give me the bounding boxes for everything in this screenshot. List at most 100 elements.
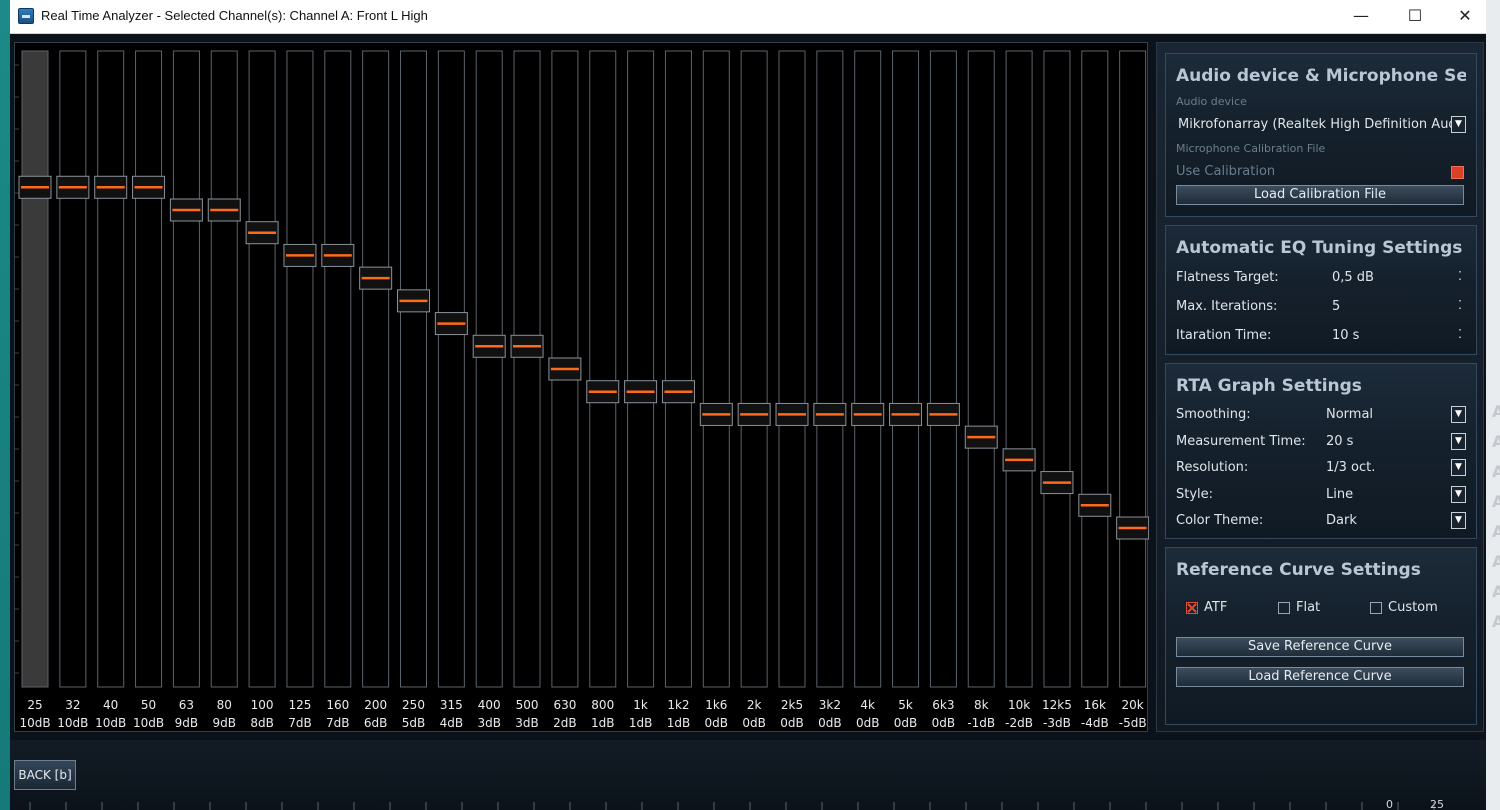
section-title: RTA Graph Settings: [1176, 376, 1362, 396]
bottom-ruler: [29, 802, 1435, 810]
band-gain-label: 10dB: [57, 716, 88, 730]
use-calibration-toggle[interactable]: [1451, 166, 1464, 179]
eq-slider-track-2k[interactable]: [740, 50, 768, 688]
eq-slider-track-10k[interactable]: [1005, 50, 1033, 688]
eq-slider-track-32[interactable]: [59, 50, 87, 688]
eq-slider-track-250[interactable]: [400, 50, 427, 688]
eq-slider-track-315[interactable]: [437, 50, 465, 688]
band-frequency-label: 250: [402, 698, 425, 712]
band-frequency-label: 315: [440, 698, 463, 712]
chevron-down-icon[interactable]: ▼: [1451, 432, 1466, 450]
chevron-down-icon[interactable]: ▼: [1451, 459, 1466, 476]
rta-window: Real Time Analyzer - Selected Channel(s)…: [10, 0, 1486, 810]
band-gain-label: -4dB: [1081, 716, 1109, 730]
auto-eq-row-value[interactable]: 5: [1332, 299, 1340, 314]
eq-slider-track-40[interactable]: [97, 50, 125, 688]
eq-slider-track-200[interactable]: [362, 50, 390, 688]
reference-custom-checkbox[interactable]: [1370, 602, 1382, 614]
band-frequency-label: 1k2: [667, 698, 689, 712]
rta-graph-section: RTA Graph Settings Smoothing: Normal ▼ Me…: [1165, 363, 1477, 539]
band-gain-label: 10dB: [133, 716, 164, 730]
band-gain-label: 0dB: [932, 716, 955, 730]
eq-slider-track-800[interactable]: [589, 50, 617, 688]
reference-atf-checkbox[interactable]: [1186, 602, 1198, 614]
reference-option-label: ATF: [1204, 600, 1228, 615]
chevron-down-icon[interactable]: ▼: [1451, 485, 1466, 503]
band-frequency-label: 10k: [1008, 698, 1030, 712]
eq-slider-track-6k3[interactable]: [929, 50, 957, 688]
section-title: Audio device & Microphone Settings: [1176, 66, 1466, 86]
eq-slider-track-25[interactable]: [21, 50, 49, 688]
band-gain-label: 1dB: [629, 716, 652, 730]
chevron-down-icon[interactable]: ▼: [1451, 512, 1466, 529]
background-glyph: A: [1492, 522, 1500, 541]
eq-slider-track-4k[interactable]: [854, 50, 882, 688]
band-gain-label: 0dB: [894, 716, 917, 730]
back-button[interactable]: BACK [b]: [14, 760, 76, 790]
eq-slider-track-125[interactable]: [286, 50, 314, 688]
eq-slider-track-1k6[interactable]: [702, 50, 730, 688]
audio-device-select[interactable]: Mikrofonarray (Realtek High Definition A…: [1178, 117, 1454, 132]
eq-slider-track-500[interactable]: [513, 50, 541, 688]
band-gain-label: 6dB: [364, 716, 387, 730]
spinner-icon[interactable]: ⁚: [1458, 298, 1462, 312]
eq-slider-track-160[interactable]: [324, 50, 352, 688]
band-frequency-label: 80: [217, 698, 232, 712]
eq-slider-track-8k[interactable]: [967, 50, 995, 688]
load-reference-curve-button[interactable]: Load Reference Curve: [1176, 667, 1464, 687]
eq-slider-track-1k2[interactable]: [664, 50, 692, 688]
rta-row-value[interactable]: 20 s: [1326, 434, 1353, 449]
auto-eq-row-label: Max. Iterations:: [1176, 299, 1278, 314]
rta-row-value[interactable]: 1/3 oct.: [1326, 460, 1375, 475]
eq-slider-track-5k[interactable]: [892, 50, 920, 688]
title-bar[interactable]: Real Time Analyzer - Selected Channel(s)…: [10, 0, 1486, 34]
rta-row-label: Resolution:: [1176, 460, 1249, 475]
eq-slider-track-2k5[interactable]: [778, 50, 806, 688]
band-frequency-label: 160: [326, 698, 349, 712]
band-gain-label: 1dB: [591, 716, 614, 730]
auto-eq-row-label: Flatness Target:: [1176, 270, 1279, 285]
eq-slider-track-100[interactable]: [248, 50, 276, 688]
band-gain-label: 3dB: [477, 716, 500, 730]
band-gain-label: 5dB: [402, 716, 425, 730]
section-title: Automatic EQ Tuning Settings: [1176, 238, 1463, 258]
save-reference-curve-button[interactable]: Save Reference Curve: [1176, 637, 1464, 657]
eq-slider-track-3k2[interactable]: [816, 50, 844, 688]
use-calibration-label: Use Calibration: [1176, 164, 1276, 179]
eq-slider-track-63[interactable]: [172, 50, 200, 688]
band-gain-label: 0dB: [856, 716, 879, 730]
rta-row-value[interactable]: Line: [1326, 487, 1353, 502]
eq-slider-track-16k[interactable]: [1081, 50, 1109, 688]
spinner-icon[interactable]: ⁚: [1458, 269, 1462, 283]
eq-slider-track-1k[interactable]: [627, 50, 655, 688]
band-frequency-label: 125: [288, 698, 311, 712]
eq-slider-track-80[interactable]: [210, 50, 238, 688]
band-gain-label: 7dB: [288, 716, 311, 730]
minimize-button[interactable]: —: [1336, 0, 1386, 34]
band-frequency-label: 6k3: [932, 698, 954, 712]
background-glyph: A: [1492, 402, 1500, 421]
auto-eq-row-value[interactable]: 10 s: [1332, 328, 1359, 343]
audio-device-section: Audio device & Microphone Settings Audio…: [1165, 53, 1477, 217]
eq-slider-track-400[interactable]: [475, 50, 503, 688]
chevron-down-icon[interactable]: ▼: [1451, 116, 1466, 133]
chevron-down-icon[interactable]: ▼: [1451, 406, 1466, 423]
window-title: Real Time Analyzer - Selected Channel(s)…: [41, 8, 428, 23]
band-frequency-label: 2k5: [781, 698, 803, 712]
band-frequency-label: 3k2: [819, 698, 841, 712]
background-glyph: A: [1492, 552, 1500, 571]
close-button[interactable]: ✕: [1440, 0, 1490, 34]
eq-slider-track-50[interactable]: [135, 50, 163, 688]
maximize-button[interactable]: ☐: [1390, 0, 1440, 34]
auto-eq-row-label: Itaration Time:: [1176, 328, 1272, 343]
graphic-eq-panel: 25 10dB 32 10dB 40 10dB 50 10dB 63 9dB 80 9dB 100 8dB…: [14, 42, 1149, 732]
ruler-label: 0: [1386, 798, 1393, 810]
eq-slider-track-20k[interactable]: [1119, 50, 1147, 688]
load-calibration-button[interactable]: Load Calibration File: [1176, 185, 1464, 205]
rta-row-value[interactable]: Normal: [1326, 407, 1373, 422]
auto-eq-row-value[interactable]: 0,5 dB: [1332, 270, 1374, 285]
spinner-icon[interactable]: ⁚: [1458, 327, 1462, 341]
eq-slider-track-12k5[interactable]: [1043, 50, 1071, 688]
reference-flat-checkbox[interactable]: [1278, 602, 1290, 614]
rta-row-value[interactable]: Dark: [1326, 513, 1357, 528]
